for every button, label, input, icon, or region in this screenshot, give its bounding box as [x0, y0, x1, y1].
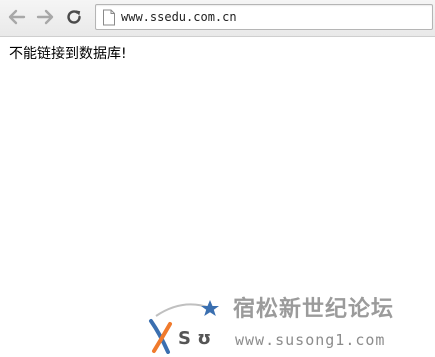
forward-arrow-icon [36, 9, 54, 25]
back-button[interactable] [6, 6, 28, 28]
page-icon [103, 9, 115, 26]
url-text[interactable]: www.ssedu.com.cn [121, 10, 237, 24]
error-message: 不能链接到数据库! [9, 46, 127, 62]
forward-button[interactable] [34, 6, 56, 28]
watermark: S ʊ 宿松新世纪论坛 www.susong1.com [148, 296, 433, 354]
watermark-site-name: 宿松新世纪论坛 [233, 297, 395, 322]
reload-button[interactable] [63, 6, 85, 28]
forum-logo-icon: S ʊ [149, 300, 219, 354]
reload-icon [67, 10, 81, 24]
address-bar[interactable]: www.ssedu.com.cn [95, 4, 433, 30]
back-arrow-icon [8, 9, 26, 25]
watermark-site-url: www.susong1.com [235, 331, 386, 349]
browser-toolbar: www.ssedu.com.cn [0, 0, 435, 37]
logo-letters: S ʊ [178, 328, 211, 349]
browser-window: www.ssedu.com.cn 不能链接到数据库! S ʊ 宿松新世纪论坛 w… [0, 0, 435, 357]
